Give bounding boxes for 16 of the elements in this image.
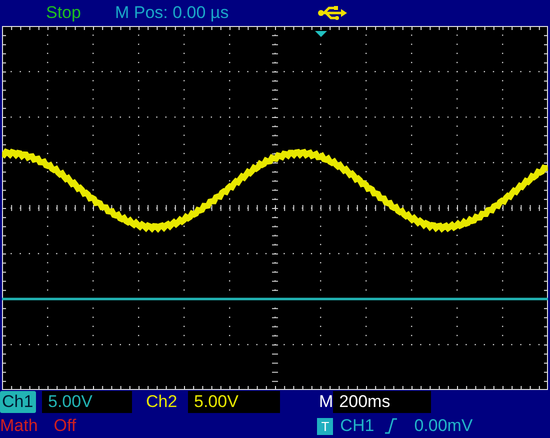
channel-scale: 5.00V xyxy=(42,391,132,413)
math-label: Math xyxy=(0,416,38,436)
trigger-marker-icon xyxy=(315,31,327,37)
run-status: Stop xyxy=(46,3,82,23)
timebase-value: 200ms xyxy=(333,391,432,413)
trigger-level: 0.00mV xyxy=(414,416,473,436)
usb-icon xyxy=(318,6,348,20)
rising-edge-icon xyxy=(384,418,398,434)
timebase-label: M xyxy=(319,392,334,412)
channel-scale: 5.00V xyxy=(188,391,280,413)
horizontal-position: M Pos: 0.00 µs xyxy=(115,3,230,23)
trigger-badge: T xyxy=(317,418,334,434)
math-state: Off xyxy=(54,416,76,436)
trigger-source: CH1 xyxy=(340,416,374,436)
channel-label[interactable]: Ch2 xyxy=(144,391,184,413)
channel-label[interactable]: Ch1 xyxy=(0,391,36,413)
